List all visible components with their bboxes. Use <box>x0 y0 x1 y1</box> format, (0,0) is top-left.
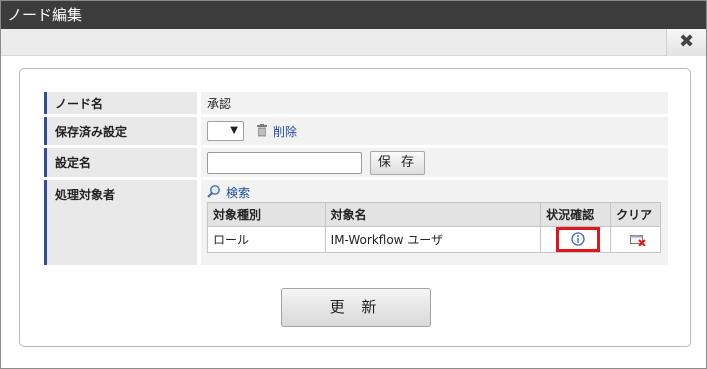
delete-link[interactable]: 削除 <box>273 123 297 140</box>
saved-setting-select[interactable]: ▼ <box>207 121 244 141</box>
header-status: 状況確認 <box>540 202 612 227</box>
setting-name-input[interactable] <box>207 152 362 174</box>
info-icon[interactable] <box>571 232 585 246</box>
node-edit-dialog: ノード編集 ✖ ノード名 承認 保存済み設定 ▼ 削除 設定名 保 存 処理対象… <box>0 0 707 369</box>
update-button[interactable]: 更 新 <box>281 288 431 327</box>
header-type: 対象種別 <box>207 202 326 227</box>
saved-setting-row: 保存済み設定 ▼ 削除 <box>44 117 668 145</box>
table-header-row: 対象種別 対象名 状況確認 クリア <box>207 202 661 227</box>
search-icon <box>207 185 220 198</box>
setting-name-label: 設定名 <box>44 148 197 177</box>
save-button[interactable]: 保 存 <box>370 151 425 175</box>
close-button[interactable]: ✖ <box>666 29 706 56</box>
form-panel: ノード名 承認 保存済み設定 ▼ 削除 設定名 保 存 処理対象者 検索 対象種… <box>19 68 691 347</box>
clear-icon[interactable] <box>630 234 646 246</box>
cell-clear <box>610 226 661 253</box>
header-clear: クリア <box>610 202 661 227</box>
status-check-highlight <box>556 227 601 252</box>
cell-name: IM-Workflow ユーザ <box>324 226 542 253</box>
targets-row: 処理対象者 検索 対象種別 対象名 状況確認 クリア ロール IM-Workfl… <box>44 180 668 265</box>
saved-setting-label: 保存済み設定 <box>44 117 197 145</box>
targets-label: 処理対象者 <box>44 180 197 265</box>
setting-name-row: 設定名 保 存 <box>44 148 668 177</box>
cell-type: ロール <box>207 226 326 253</box>
close-icon: ✖ <box>678 31 695 52</box>
cell-status <box>540 226 612 253</box>
header-name: 対象名 <box>324 202 542 227</box>
targets-table: 対象種別 対象名 状況確認 クリア ロール IM-Workflow ユーザ <box>207 202 661 253</box>
node-name-row: ノード名 承認 <box>44 92 668 114</box>
trash-icon[interactable] <box>256 124 268 137</box>
search-link[interactable]: 検索 <box>226 184 250 201</box>
chevron-down-icon: ▼ <box>230 125 238 136</box>
table-row: ロール IM-Workflow ユーザ <box>207 226 661 253</box>
node-name-label: ノード名 <box>44 92 197 114</box>
node-name-value: 承認 <box>201 92 668 114</box>
dialog-title: ノード編集 <box>1 1 706 29</box>
dialog-toolbar: ✖ <box>1 29 706 56</box>
